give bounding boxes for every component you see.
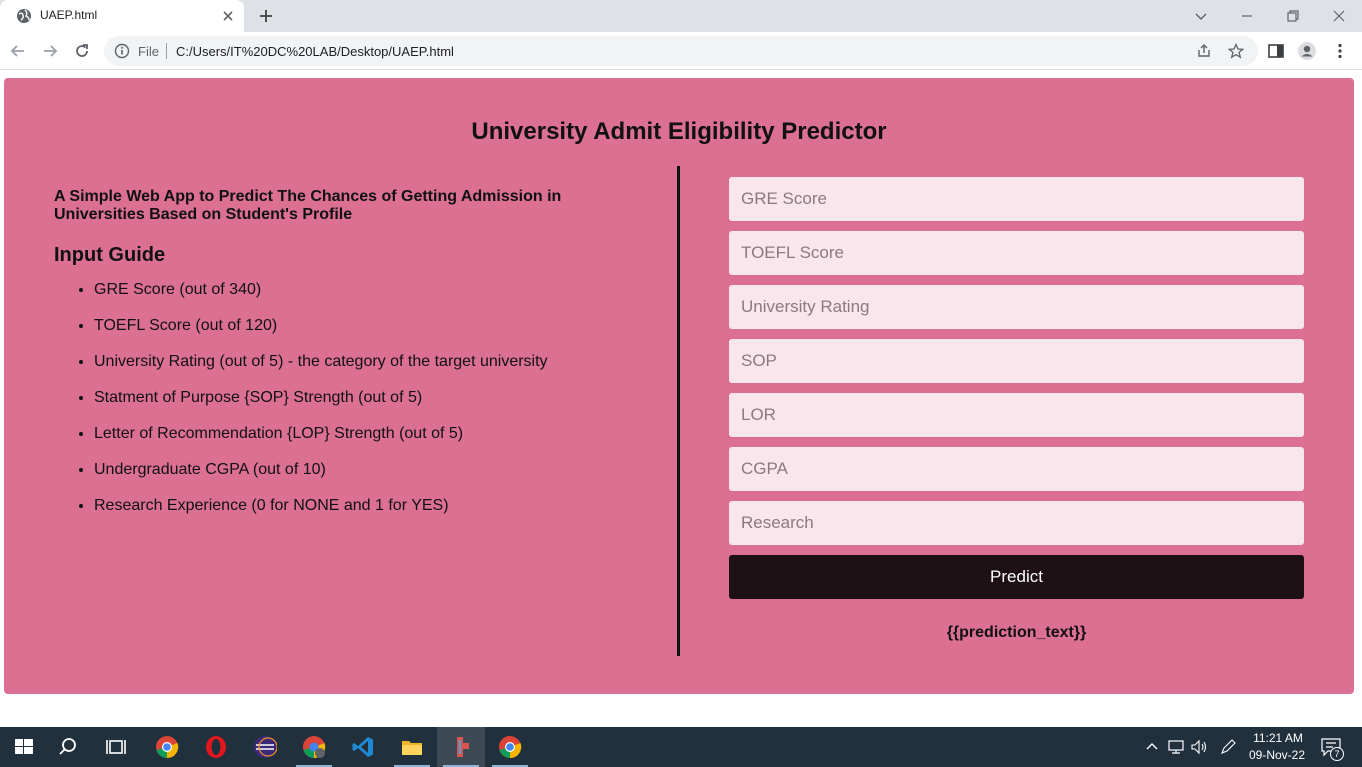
gre-score-input[interactable] bbox=[729, 177, 1304, 221]
address-separator bbox=[166, 43, 167, 59]
eclipse-icon bbox=[254, 736, 277, 758]
tab-title: UAEP.html bbox=[40, 8, 98, 22]
university-rating-input[interactable] bbox=[729, 285, 1304, 329]
network-icon[interactable] bbox=[1167, 738, 1185, 756]
vscode-icon bbox=[352, 737, 373, 757]
taskbar-chrome-profile[interactable] bbox=[290, 727, 338, 767]
guide-item-cgpa: Undergraduate CGPA (out of 10) bbox=[94, 461, 614, 497]
search-icon bbox=[59, 738, 76, 755]
globe-icon bbox=[17, 9, 31, 23]
input-guide-heading: Input Guide bbox=[54, 244, 166, 266]
guide-item-toefl: TOEFL Score (out of 120) bbox=[94, 317, 614, 353]
side-panel-icon[interactable] bbox=[1266, 41, 1286, 61]
browser-toolbar: File C:/Users/IT%20DC%20LAB/Desktop/UAEP… bbox=[0, 32, 1362, 70]
browser-tab[interactable]: UAEP.html bbox=[0, 0, 244, 32]
guide-item-research: Research Experience (0 for NONE and 1 fo… bbox=[94, 497, 614, 533]
folder-icon bbox=[402, 741, 422, 755]
app-subtitle: A Simple Web App to Predict The Chances … bbox=[54, 188, 562, 223]
url-text[interactable]: C:/Users/IT%20DC%20LAB/Desktop/UAEP.html bbox=[176, 44, 454, 59]
taskbar-eclipse[interactable] bbox=[241, 727, 289, 767]
research-input[interactable] bbox=[729, 501, 1304, 545]
window-close-icon[interactable] bbox=[1329, 6, 1349, 26]
taskbar-file-explorer[interactable] bbox=[388, 727, 436, 767]
predict-button[interactable]: Predict bbox=[729, 555, 1304, 599]
back-arrow-icon[interactable] bbox=[8, 41, 28, 61]
taskbar-vscode[interactable] bbox=[339, 727, 387, 767]
minimize-icon[interactable] bbox=[1237, 6, 1257, 26]
toefl-score-input[interactable] bbox=[729, 231, 1304, 275]
volume-icon[interactable] bbox=[1190, 738, 1208, 756]
taskbar-python-app[interactable] bbox=[437, 727, 485, 767]
chevron-up-icon[interactable] bbox=[1143, 738, 1161, 756]
scheme-label: File bbox=[138, 44, 159, 59]
start-button[interactable] bbox=[0, 727, 48, 767]
windows-logo-icon bbox=[15, 739, 33, 754]
address-bar[interactable]: File C:/Users/IT%20DC%20LAB/Desktop/UAEP… bbox=[104, 36, 1258, 66]
bookmark-star-icon[interactable] bbox=[1228, 43, 1244, 59]
page-title: University Admit Eligibility Predictor bbox=[471, 118, 887, 145]
input-guide-list: GRE Score (out of 340) TOEFL Score (out … bbox=[54, 281, 614, 533]
guide-item-rating: University Rating (out of 5) - the categ… bbox=[94, 353, 614, 389]
opera-icon bbox=[206, 736, 226, 758]
new-tab-icon[interactable] bbox=[256, 6, 276, 26]
taskbar-chrome[interactable] bbox=[143, 727, 191, 767]
guide-item-sop: Statment of Purpose {SOP} Strength (out … bbox=[94, 389, 614, 425]
windows-taskbar: 11:21 AM 09-Nov-22 7 bbox=[0, 727, 1362, 767]
reload-icon[interactable] bbox=[72, 41, 92, 61]
cgpa-input[interactable] bbox=[729, 447, 1304, 491]
browser-tab-bar: UAEP.html bbox=[0, 0, 1362, 32]
vertical-divider bbox=[677, 166, 680, 656]
notification-count: 7 bbox=[1330, 747, 1344, 761]
clock-time[interactable]: 11:21 AM bbox=[1250, 731, 1306, 745]
forward-arrow-icon[interactable] bbox=[40, 41, 60, 61]
task-view-icon bbox=[106, 740, 126, 754]
pen-icon[interactable] bbox=[1219, 738, 1237, 756]
taskbar-opera[interactable] bbox=[192, 727, 240, 767]
close-icon[interactable] bbox=[220, 8, 236, 24]
menu-dots-icon[interactable] bbox=[1330, 41, 1350, 61]
prediction-text: {{prediction_text}} bbox=[946, 624, 1087, 641]
clock-date[interactable]: 09-Nov-22 bbox=[1246, 748, 1308, 762]
chrome-icon bbox=[499, 736, 522, 759]
profile-avatar-icon[interactable] bbox=[1297, 41, 1317, 61]
guide-item-lor: Letter of Recommendation {LOP} Strength … bbox=[94, 425, 614, 461]
python-app-icon bbox=[457, 737, 469, 757]
input-guide-panel: A Simple Web App to Predict The Chances … bbox=[54, 188, 614, 533]
predictor-app: University Admit Eligibility Predictor A… bbox=[4, 78, 1354, 694]
chrome-icon bbox=[156, 736, 179, 759]
restore-icon[interactable] bbox=[1283, 6, 1303, 26]
sop-input[interactable] bbox=[729, 339, 1304, 383]
tab-search-icon[interactable] bbox=[1191, 6, 1211, 26]
chrome-profile-icon bbox=[303, 736, 326, 759]
taskbar-chrome-2[interactable] bbox=[486, 727, 534, 767]
lor-input[interactable] bbox=[729, 393, 1304, 437]
guide-item-gre: GRE Score (out of 340) bbox=[94, 281, 614, 317]
prediction-form: Predict bbox=[729, 177, 1304, 599]
task-view-button[interactable] bbox=[92, 727, 140, 767]
info-icon[interactable] bbox=[114, 43, 130, 59]
share-icon[interactable] bbox=[1196, 43, 1212, 59]
taskbar-search[interactable] bbox=[44, 727, 92, 767]
